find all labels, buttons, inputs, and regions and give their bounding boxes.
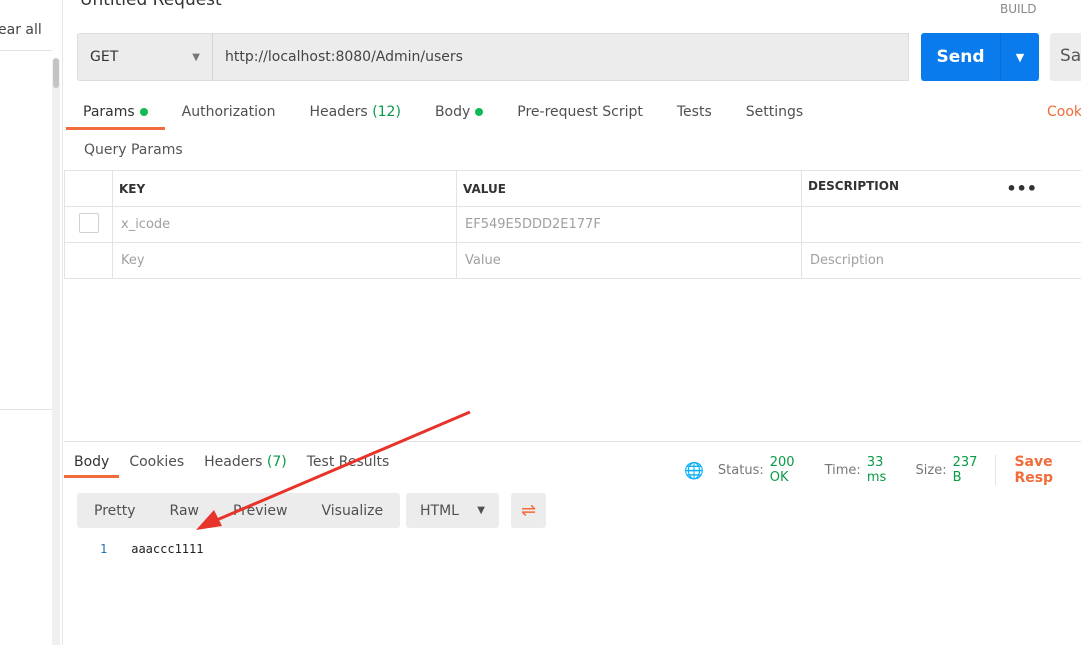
arrow-shaft (211, 410, 471, 524)
arrow-head (196, 510, 222, 530)
annotation-arrow (196, 410, 471, 530)
